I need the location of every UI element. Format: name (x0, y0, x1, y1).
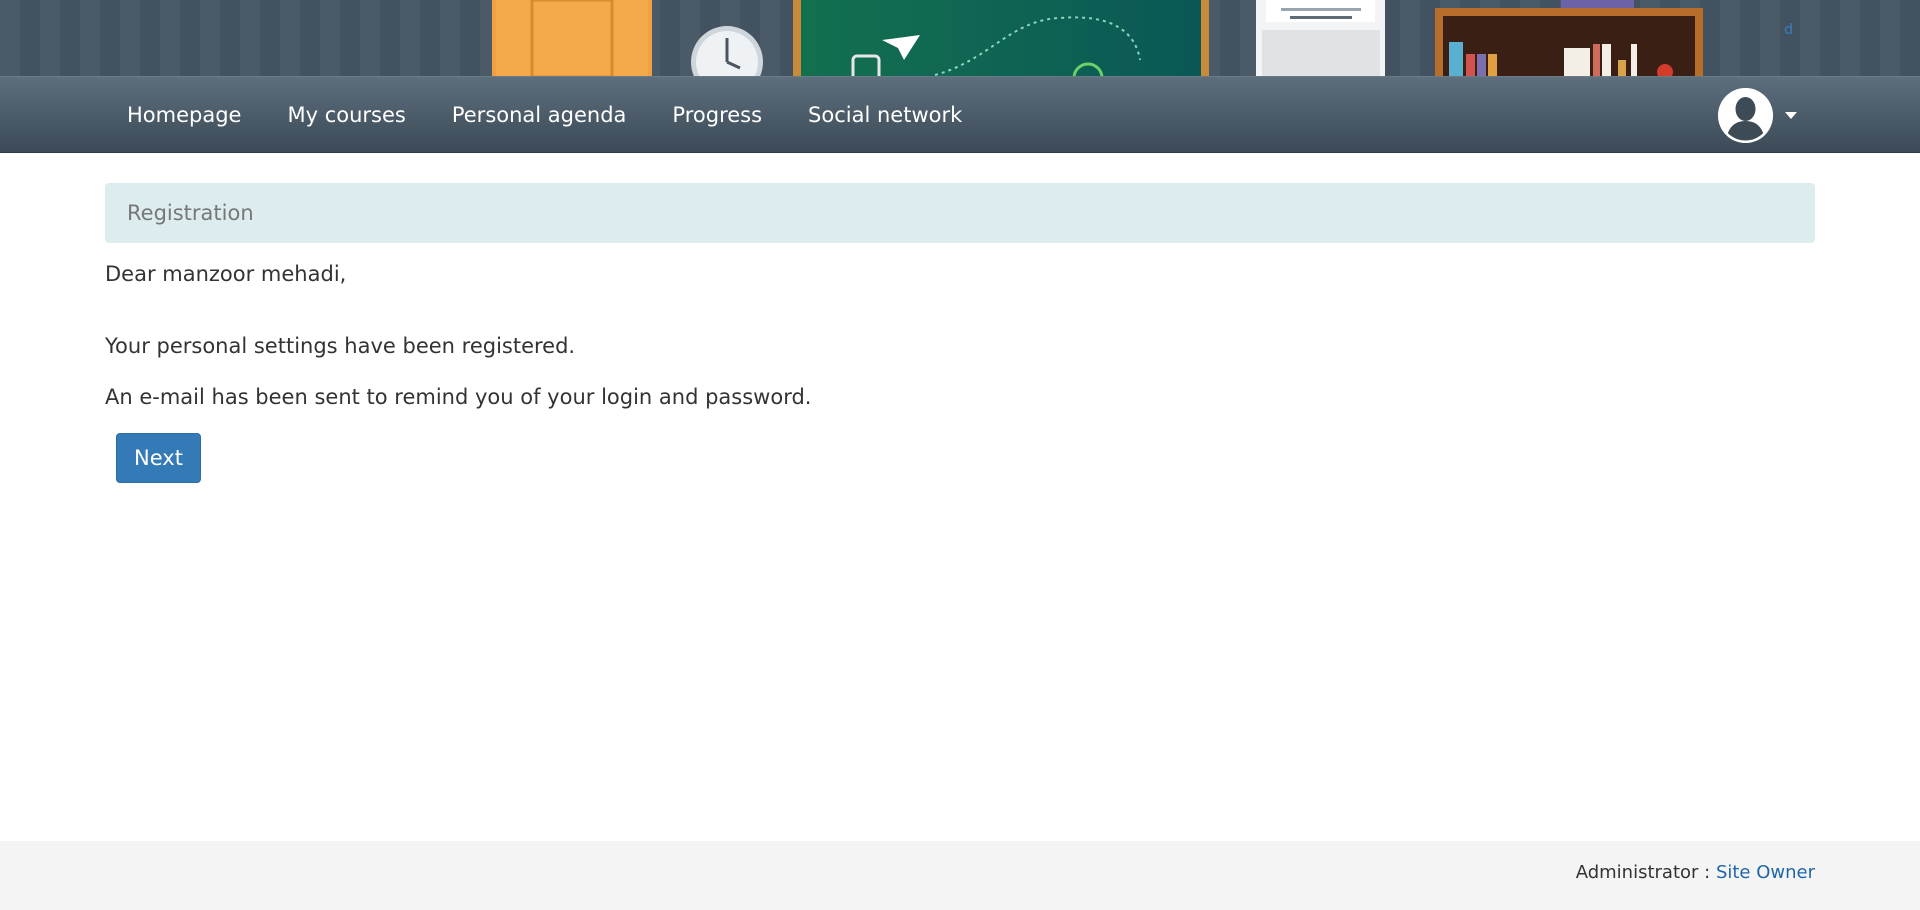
site-owner-link[interactable]: Site Owner (1716, 862, 1815, 883)
user-avatar-icon[interactable] (1718, 88, 1773, 143)
nav-item-my-courses[interactable]: My courses (264, 77, 428, 154)
main-navbar: Homepage My courses Personal agenda Prog… (0, 76, 1920, 153)
nav-item-social-network[interactable]: Social network (785, 77, 985, 154)
breadcrumb-current: Registration (127, 201, 254, 225)
nav-item-personal-agenda[interactable]: Personal agenda (429, 77, 650, 154)
user-menu-dropdown[interactable] (1718, 88, 1797, 143)
email-sent-text: An e-mail has been sent to remind you of… (105, 385, 812, 409)
footer: Administrator : Site Owner (0, 841, 1920, 910)
nav-item-progress[interactable]: Progress (649, 77, 785, 154)
main-content: Registration Dear manzoor mehadi, Your p… (105, 183, 1815, 483)
next-button[interactable]: Next (116, 433, 201, 483)
settings-registered-text: Your personal settings have been registe… (105, 334, 576, 358)
nav-item-homepage[interactable]: Homepage (104, 77, 264, 154)
classroom-banner-illustration (492, 0, 1703, 77)
caret-down-icon[interactable] (1785, 112, 1797, 119)
header-banner: d (0, 0, 1920, 77)
nav-menu: Homepage My courses Personal agenda Prog… (104, 77, 985, 154)
breadcrumb: Registration (105, 183, 1815, 243)
greeting-text: Dear manzoor mehadi, (105, 262, 347, 286)
administrator-label: Administrator : (1575, 862, 1716, 883)
banner-corner-link[interactable]: d (1784, 22, 1793, 38)
footer-administrator: Administrator : Site Owner (1576, 862, 1815, 883)
